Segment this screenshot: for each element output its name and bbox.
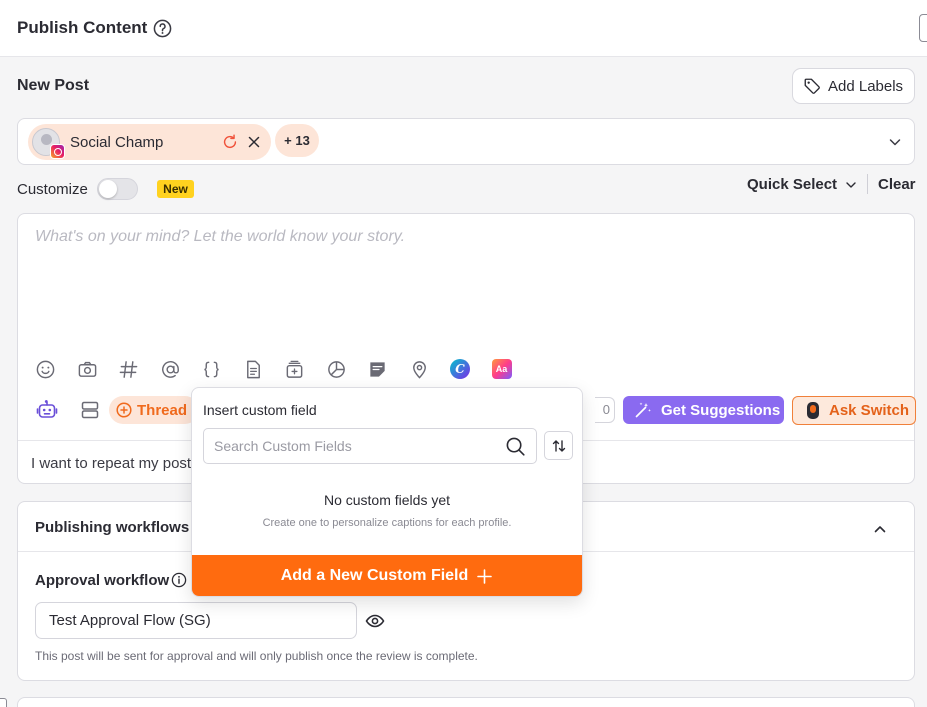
add-custom-field-label: Add a New Custom Field: [280, 567, 469, 584]
emoji-icon[interactable]: [35, 357, 77, 381]
magic-wand-icon: [635, 402, 651, 418]
plus-circle-icon: [116, 402, 132, 418]
customize-toggle[interactable]: [97, 178, 138, 200]
chevron-down-icon: [846, 181, 856, 188]
search-icon[interactable]: [505, 436, 526, 457]
sort-button[interactable]: [544, 431, 573, 460]
approval-note: This post will be sent for approval and …: [35, 649, 478, 663]
layout-icon[interactable]: [79, 399, 101, 421]
new-badge: New: [157, 180, 194, 198]
robot-icon[interactable]: [35, 398, 59, 422]
chevron-down-icon[interactable]: [887, 134, 903, 150]
custom-field-search[interactable]: [203, 428, 537, 464]
sort-icon: [552, 440, 566, 452]
get-suggestions-label: Get Suggestions: [661, 401, 781, 419]
editor-toolbar: C Aa: [35, 357, 533, 381]
custom-field-braces-icon[interactable]: [201, 357, 243, 381]
editor-placeholder[interactable]: What's on your mind? Let the world know …: [35, 228, 405, 246]
ask-switch-button[interactable]: Ask Switch: [792, 396, 916, 425]
chart-icon[interactable]: [326, 357, 368, 381]
canva-icon[interactable]: C: [450, 357, 492, 381]
info-icon[interactable]: [171, 572, 187, 588]
chevron-up-icon[interactable]: [872, 521, 888, 537]
approval-workflow-label: Approval workflow: [35, 572, 170, 589]
profile-selector[interactable]: Social Champ + 13: [17, 118, 915, 165]
approval-workflow-select[interactable]: Test Approval Flow (SG): [35, 602, 357, 639]
get-suggestions-button[interactable]: Get Suggestions: [623, 396, 784, 424]
mention-icon[interactable]: [160, 357, 202, 381]
camera-icon[interactable]: [77, 357, 119, 381]
close-icon[interactable]: [246, 134, 262, 150]
publishing-workflows-title[interactable]: Publishing workflows: [35, 519, 189, 536]
note-icon[interactable]: [367, 357, 409, 381]
eye-icon[interactable]: [365, 611, 385, 631]
document-icon[interactable]: [243, 357, 285, 381]
custom-field-popover: Insert custom field No custom fields yet…: [191, 387, 583, 597]
page-header: Publish Content: [0, 0, 927, 57]
page-title: Publish Content: [17, 18, 148, 37]
search-input[interactable]: [214, 436, 494, 456]
plus-icon: [477, 568, 493, 584]
profile-chip[interactable]: Social Champ: [28, 124, 271, 160]
hashtag-icon[interactable]: [118, 357, 160, 381]
next-section-card: [17, 697, 915, 707]
divider: [867, 174, 868, 194]
location-icon[interactable]: [409, 357, 451, 381]
thread-label: Thread: [137, 401, 188, 419]
new-post-title: New Post: [17, 77, 90, 94]
empty-state-title: No custom fields yet: [323, 492, 451, 508]
empty-state-subtitle: Create one to personalize captions for e…: [262, 517, 512, 529]
add-labels-button[interactable]: Add Labels: [792, 68, 915, 104]
refresh-icon[interactable]: [221, 133, 239, 151]
quick-select-dropdown[interactable]: Quick Select: [747, 176, 857, 193]
help-icon[interactable]: [153, 19, 172, 38]
repeat-post-label[interactable]: I want to repeat my post: [31, 455, 191, 472]
media-library-icon[interactable]: [284, 357, 326, 381]
instagram-icon: [50, 144, 65, 159]
panel-toggle-icon[interactable]: [919, 14, 927, 42]
thread-button[interactable]: Thread: [109, 396, 199, 424]
add-labels-label: Add Labels: [828, 77, 904, 95]
ask-switch-label: Ask Switch: [829, 402, 910, 419]
character-counter: 0: [595, 397, 615, 423]
customize-label: Customize: [17, 181, 88, 198]
edge-handle: [0, 698, 7, 707]
profile-name: Social Champ: [70, 134, 164, 151]
clear-button[interactable]: Clear: [878, 176, 916, 193]
add-custom-field-button[interactable]: Add a New Custom Field: [192, 555, 582, 596]
tag-icon: [804, 78, 820, 94]
ai-text-icon[interactable]: Aa: [491, 357, 534, 381]
switch-icon: [807, 402, 819, 419]
quick-select-label: Quick Select: [747, 176, 838, 193]
more-profiles-chip[interactable]: + 13: [275, 124, 319, 157]
popover-title: Insert custom field: [203, 402, 317, 418]
